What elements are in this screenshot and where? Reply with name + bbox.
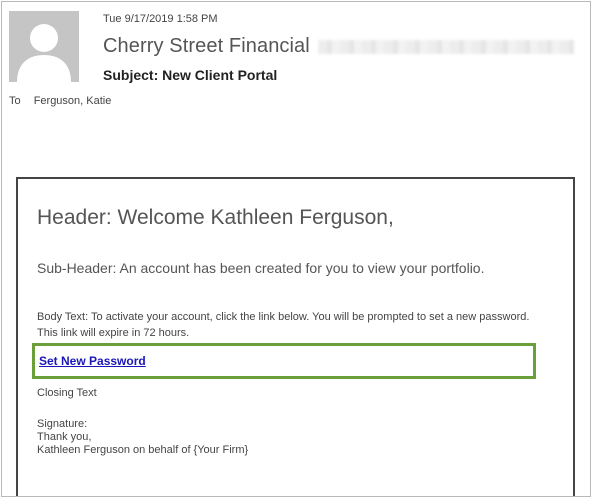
recipient-name[interactable]: Ferguson, Katie	[34, 95, 112, 107]
signature-line-1: Thank you,	[37, 431, 92, 443]
signature-line-2: Kathleen Ferguson on behalf of {Your Fir…	[37, 444, 249, 456]
email-signature: Signature: Thank you, Kathleen Ferguson …	[37, 418, 248, 457]
sender-row: Cherry Street Financial	[103, 35, 574, 58]
email-header-text: Header: Welcome Kathleen Ferguson,	[37, 206, 394, 229]
email-body-preview: Header: Welcome Kathleen Ferguson, Sub-H…	[16, 177, 575, 496]
to-label: To	[9, 95, 21, 107]
email-body-text: Body Text: To activate your account, cli…	[37, 311, 530, 339]
highlighted-link-box: Set New Password	[32, 343, 536, 379]
set-new-password-link[interactable]: Set New Password	[39, 354, 146, 368]
recipients-row: To Ferguson, Katie	[9, 95, 111, 107]
sender-avatar-icon	[9, 11, 79, 82]
message-subject: Subject: New Client Portal	[103, 67, 278, 83]
signature-label: Signature:	[37, 418, 88, 430]
sender-email-redacted	[317, 39, 574, 54]
message-timestamp: Tue 9/17/2019 1:58 PM	[103, 13, 218, 25]
email-subheader-text: Sub-Header: An account has been created …	[37, 260, 485, 276]
sender-name[interactable]: Cherry Street Financial	[103, 35, 310, 58]
email-closing-text: Closing Text	[37, 387, 97, 399]
